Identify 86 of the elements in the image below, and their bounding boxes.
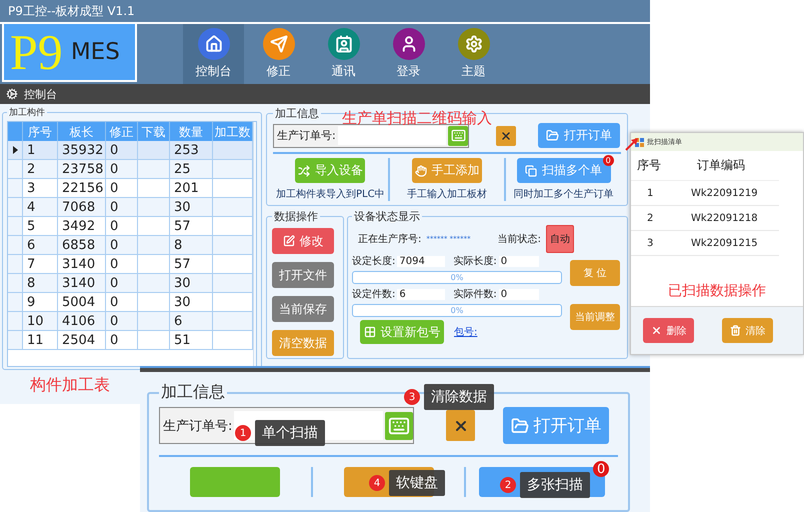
table-cell-text: Wk22091219 [690, 188, 759, 198]
table-cell: 25 [170, 160, 213, 179]
table-cell: 30 [170, 274, 213, 293]
field-value: 7094 [397, 256, 446, 266]
table-cell-text: Wk22091218 [690, 212, 759, 224]
action-caption: 同时加工多个生产订单 [514, 188, 614, 201]
table-cell: 0 [106, 179, 138, 198]
field-label: 实际件数: [453, 288, 497, 301]
table-cell: 0 [106, 312, 138, 331]
window-title: P9工控--板材成型 V1.1 [8, 2, 135, 20]
table-cell: 30 [170, 293, 213, 312]
table-cell: 3140 [58, 274, 106, 293]
caption-text: 构件加工表 [30, 374, 110, 396]
table-cell: 0 [106, 331, 138, 350]
table-cell: 0 [106, 236, 138, 255]
group-title: 加工构件 [8, 106, 46, 119]
table-cell: 3492 [58, 217, 106, 236]
field-value: 0 [498, 288, 539, 300]
table-cell: 9 [23, 293, 58, 312]
table-cell-text: 1 [646, 188, 654, 198]
table-cell: 6858 [58, 236, 106, 255]
table-cell: 57 [170, 217, 213, 236]
table-cell: 3140 [58, 255, 106, 274]
logo-mark: P9 [10, 27, 63, 77]
group-title: 设备状态显示 [353, 209, 421, 224]
table-cell: 51 [170, 331, 213, 350]
table-cell: 0 [106, 293, 138, 312]
field-label: 设定长度: [352, 254, 396, 268]
count-badge: 0 [602, 155, 614, 166]
column-header: 订单编码 [696, 157, 746, 174]
table-cell: 4 [23, 198, 58, 217]
table-cell: 0 [106, 141, 138, 160]
table-cell: 22156 [58, 179, 106, 198]
table-cell: 5 [23, 217, 58, 236]
table-cell: 23758 [58, 160, 106, 179]
table-cell: 10 [23, 312, 58, 331]
table-cell: 5004 [58, 293, 106, 312]
callout-tooltip: 清除数据 [424, 384, 494, 410]
table-cell-text: 2 [646, 212, 654, 224]
count-badge: 0 [593, 461, 610, 477]
annotation-text: 已扫描数据操作 [668, 282, 766, 300]
progress-text: 0% [450, 272, 464, 283]
field-label: 实际长度: [453, 254, 497, 268]
table-cell: 0 [106, 255, 138, 274]
table-cell: 0 [106, 198, 138, 217]
table-cell: 253 [170, 141, 213, 160]
table-cell: 4106 [58, 312, 106, 331]
logo-text: MES [70, 39, 120, 65]
table-cell: 35932 [58, 141, 106, 160]
action-caption: 手工输入加工板材 [407, 188, 487, 201]
callout-tooltip: 多张扫描 [520, 472, 590, 498]
callout-tooltip: 单个扫描 [255, 420, 325, 446]
table-cell: 1 [23, 141, 58, 160]
field-value: 0 [498, 256, 539, 266]
table-cell: 0 [106, 217, 138, 236]
table-cell: 8 [170, 236, 213, 255]
field-value: 6 [397, 288, 446, 300]
group-title: 加工信息 [274, 106, 320, 121]
table-cell: 6 [170, 312, 213, 331]
table-cell: 11 [23, 331, 58, 350]
table-cell: 7 [23, 255, 58, 274]
group-title: 加工信息 [160, 382, 226, 403]
column-header: 序号 [636, 157, 662, 174]
table-cell: 0 [106, 160, 138, 179]
action-caption: 加工构件表导入到PLC中 [276, 188, 385, 201]
table-cell: 0 [106, 274, 138, 293]
table-cell: 2504 [58, 331, 106, 350]
table-cell: 7068 [58, 198, 106, 217]
table-cell-text: Wk22091215 [690, 238, 759, 248]
table-cell: 3 [23, 179, 58, 198]
table-cell: 201 [170, 179, 213, 198]
group-title: 数据操作 [273, 209, 319, 224]
table-cell: 6 [23, 236, 58, 255]
breadcrumb: 控制台 [24, 86, 57, 102]
table-cell: 2 [23, 160, 58, 179]
field-label: 正在生产序号: [358, 232, 422, 246]
callout-tooltip: 软键盘 [389, 470, 445, 496]
progress-text: 0% [450, 305, 464, 316]
field-label: 设定件数: [352, 288, 396, 301]
table-cell: 8 [23, 274, 58, 293]
table-cell: 30 [170, 198, 213, 217]
field-label: 当前状态: [498, 232, 541, 246]
step-number-badge: 3 [404, 389, 420, 405]
table-cell: 57 [170, 255, 213, 274]
state-indicator: 自动 [546, 225, 574, 253]
table-cell-text: 3 [646, 238, 654, 248]
